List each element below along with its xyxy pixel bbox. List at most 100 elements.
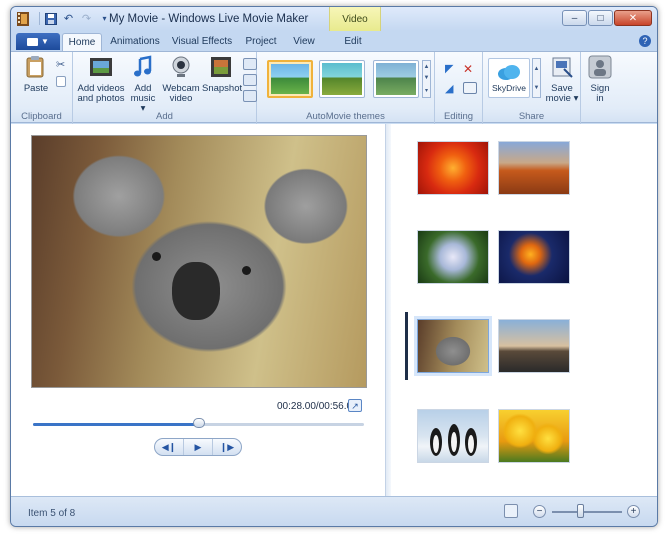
- webcam-label-2: video: [169, 93, 193, 104]
- save-movie-button[interactable]: Save movie ▾: [545, 55, 579, 104]
- select-all-icon[interactable]: [463, 82, 477, 94]
- webcam-icon: [172, 56, 190, 77]
- previous-frame-icon[interactable]: ◀❙: [155, 439, 184, 455]
- rotate-left-icon[interactable]: ◤: [445, 62, 459, 75]
- add-music-button[interactable]: Add music ▾: [127, 55, 159, 114]
- video-tools-contextual-tab: Video Tools: [329, 7, 381, 51]
- next-frame-icon[interactable]: ❙▶: [213, 439, 241, 455]
- zoom-slider-track[interactable]: [552, 511, 622, 513]
- thumbnail-size-icon[interactable]: [504, 504, 518, 518]
- storyboard-item-7[interactable]: [417, 409, 489, 463]
- cut-icon[interactable]: ✂: [56, 58, 70, 71]
- tab-animations[interactable]: Animations: [107, 33, 163, 51]
- credits-icon[interactable]: [243, 90, 257, 102]
- theme-preview-image: [322, 63, 362, 95]
- themes-gallery-scroller[interactable]: ▲ ▼ ▾: [422, 60, 431, 98]
- seek-progress: [33, 423, 199, 426]
- storyboard-playhead[interactable]: [405, 312, 408, 380]
- minimize-button[interactable]: –: [562, 10, 587, 26]
- save-icon[interactable]: [43, 11, 58, 26]
- zoom-out-button[interactable]: −: [533, 505, 546, 518]
- storyboard-item-8[interactable]: [498, 409, 570, 463]
- play-icon[interactable]: ▶: [184, 439, 213, 455]
- snapshot-icon: [211, 57, 231, 77]
- remove-icon[interactable]: ✕: [463, 62, 477, 76]
- timecode: 00:28.00/00:56.00: [277, 401, 358, 412]
- themes-group-label: AutoMovie themes: [306, 111, 385, 122]
- theme-thumbnail[interactable]: [267, 60, 313, 98]
- automovie-themes-group: ▲ ▼ ▾ AutoMovie themes: [257, 52, 435, 124]
- storyboard-item-4[interactable]: [498, 230, 570, 284]
- editing-group-label: Editing: [443, 111, 474, 122]
- status-item-count: Item 5 of 8: [28, 508, 76, 519]
- close-button[interactable]: ✕: [614, 10, 652, 26]
- skydrive-button[interactable]: SkyDrive: [488, 58, 530, 98]
- undo-icon[interactable]: ↶: [61, 11, 76, 26]
- copy-icon[interactable]: [56, 76, 66, 87]
- chevron-up-icon[interactable]: ▲: [534, 66, 540, 72]
- add-videos-label-2: and photos: [77, 93, 125, 104]
- theme-thumbnail[interactable]: [373, 60, 419, 98]
- storyboard-item-2[interactable]: [498, 141, 570, 195]
- title-icon[interactable]: [243, 58, 257, 70]
- koala-eye: [152, 252, 161, 261]
- chevron-down-icon: ▼: [41, 37, 49, 46]
- editing-group: ◤ ✕ ◢ Editing: [435, 52, 483, 124]
- music-note-icon: [134, 55, 152, 77]
- clipboard-group: Paste ✂ Clipboard: [11, 52, 73, 124]
- add-group: Add videos and photos Add music ▾ Webcam…: [73, 52, 257, 124]
- theme-preview-image: [271, 64, 309, 94]
- add-videos-and-photos-button[interactable]: Add videos and photos: [77, 55, 125, 104]
- cloud-icon: [498, 65, 520, 80]
- storyboard: [391, 124, 657, 496]
- tab-visual-effects[interactable]: Visual Effects: [171, 33, 233, 51]
- zoom-slider-thumb[interactable]: [577, 504, 584, 518]
- signin-group: Sign in: [581, 52, 619, 124]
- app-window: ↶ ↷ ▾ My Movie - Windows Live Movie Make…: [10, 6, 658, 527]
- window-controls: – □ ✕: [562, 10, 652, 26]
- tab-edit[interactable]: Edit: [333, 33, 373, 51]
- tab-home[interactable]: Home: [62, 33, 102, 52]
- clipboard-group-label: Clipboard: [21, 111, 62, 122]
- preview-pane: 00:28.00/00:56.00 ↗ ◀❙ ▶ ❙▶: [11, 124, 385, 496]
- chevron-down-icon[interactable]: ▼: [424, 75, 430, 81]
- quick-access-toolbar: ↶ ↷ ▾: [39, 11, 112, 26]
- divider: [39, 12, 40, 25]
- tab-project[interactable]: Project: [241, 33, 281, 51]
- movie-maker-icon: [17, 12, 29, 26]
- expand-preview-icon[interactable]: ↗: [348, 399, 362, 412]
- caption-icon[interactable]: [243, 74, 257, 86]
- playback-controls: ◀❙ ▶ ❙▶: [154, 438, 242, 456]
- storyboard-item-3[interactable]: [417, 230, 489, 284]
- app-menu-icon: [27, 37, 39, 46]
- title-bar: ↶ ↷ ▾ My Movie - Windows Live Movie Make…: [11, 7, 657, 51]
- share-group-label: Share: [518, 111, 545, 122]
- storyboard-item-6[interactable]: [498, 319, 570, 373]
- theme-thumbnail[interactable]: [319, 60, 365, 98]
- maximize-button[interactable]: □: [588, 10, 613, 26]
- koala-nose: [172, 262, 220, 320]
- redo-icon[interactable]: ↷: [79, 11, 94, 26]
- application-menu-button[interactable]: ▼: [16, 33, 60, 50]
- storyboard-item-1[interactable]: [417, 141, 489, 195]
- tab-view[interactable]: View: [287, 33, 321, 51]
- sign-in-button[interactable]: Sign in: [585, 55, 615, 104]
- help-icon[interactable]: ?: [639, 35, 651, 47]
- snapshot-button[interactable]: Snapshot: [202, 55, 243, 94]
- webcam-video-button[interactable]: Webcam video: [162, 55, 200, 104]
- add-group-label: Add: [156, 111, 173, 122]
- save-movie-icon: [552, 57, 573, 78]
- paste-icon: [26, 56, 44, 78]
- status-bar: Item 5 of 8 − +: [11, 496, 657, 526]
- share-gallery-scroller[interactable]: ▲ ▼: [532, 58, 541, 98]
- zoom-in-button[interactable]: +: [627, 505, 640, 518]
- chevron-up-icon[interactable]: ▲: [424, 64, 430, 70]
- rotate-right-icon[interactable]: ◢: [445, 82, 459, 95]
- chevron-down-icon[interactable]: ▼: [534, 85, 540, 91]
- seek-thumb[interactable]: [192, 418, 205, 428]
- gallery-more-icon[interactable]: ▾: [425, 87, 428, 94]
- film-photo-icon: [90, 58, 112, 76]
- storyboard-item-5[interactable]: [417, 319, 489, 373]
- snapshot-label: Snapshot: [202, 83, 243, 94]
- paste-button[interactable]: Paste: [19, 55, 53, 94]
